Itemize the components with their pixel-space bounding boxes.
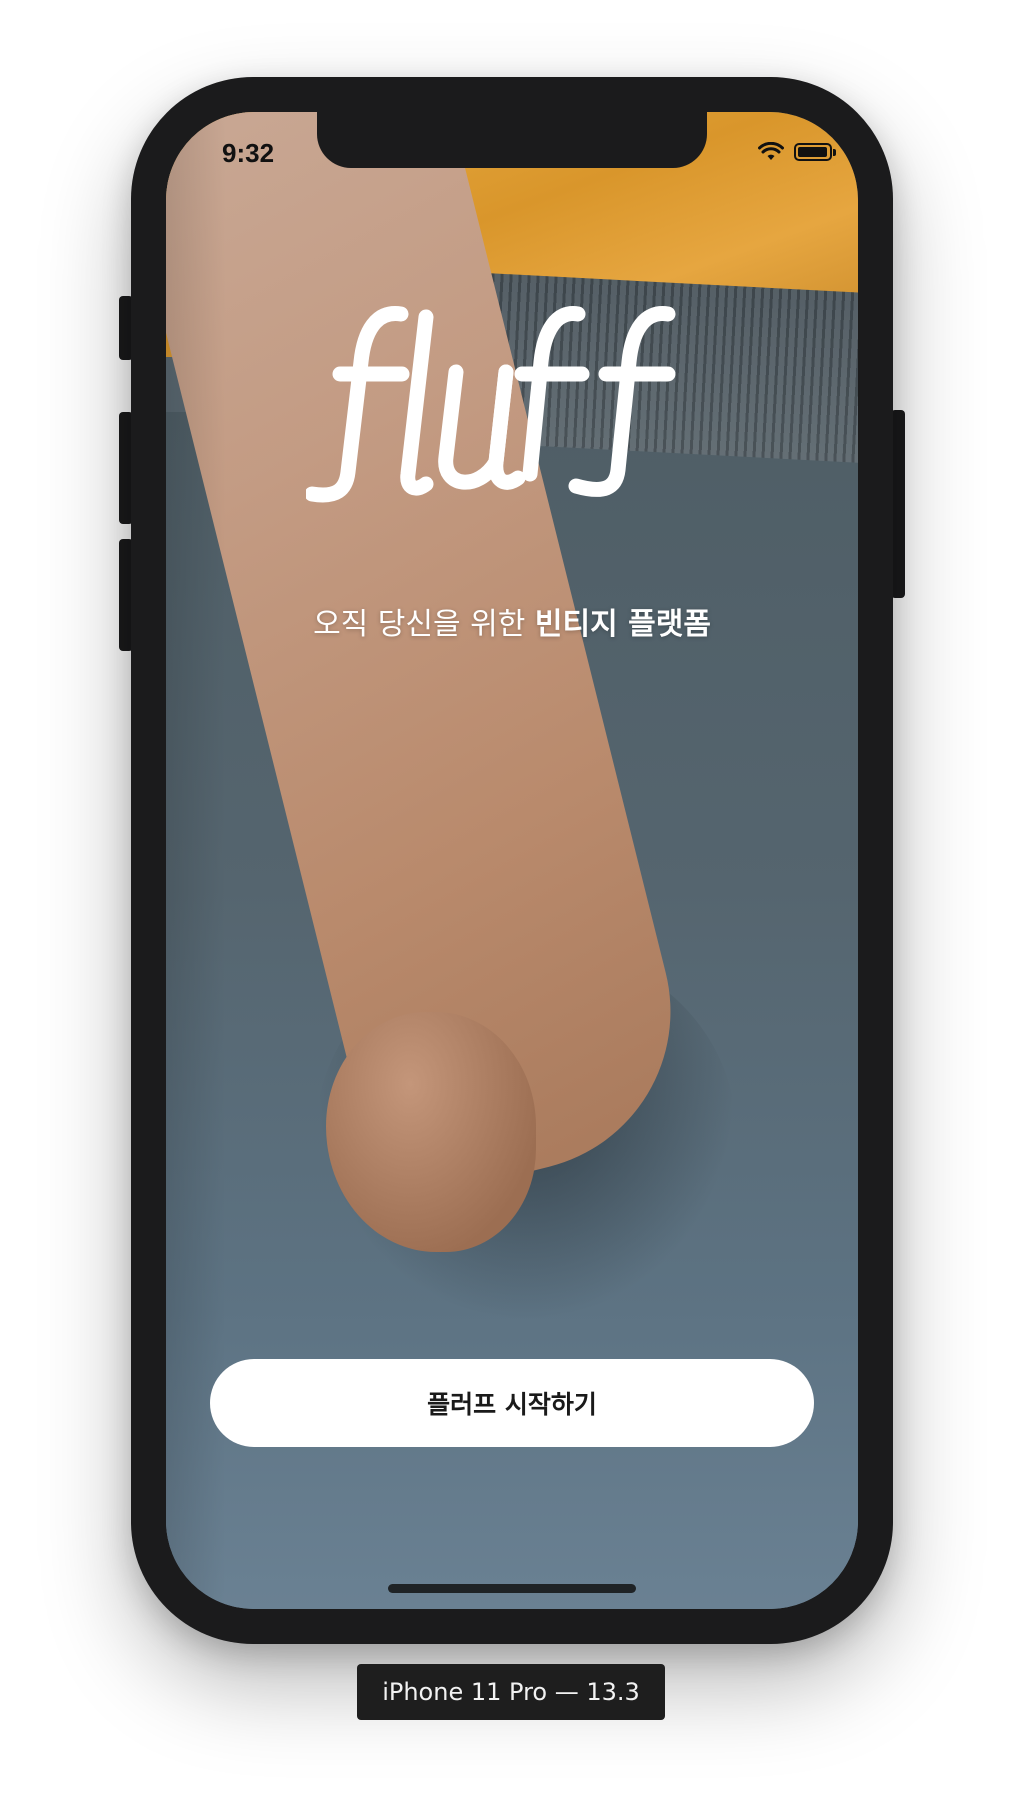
- device-label: iPhone 11 Pro — 13.3: [357, 1664, 665, 1720]
- home-indicator[interactable]: [388, 1584, 636, 1593]
- power-button: [891, 410, 905, 598]
- start-fluff-button[interactable]: 플러프 시작하기: [210, 1359, 814, 1447]
- notch: [317, 112, 707, 168]
- tagline-regular: 오직 당신을 위한: [313, 607, 535, 642]
- simulator-stage: 9:32 오직 당신을 위한 빈티지 플랫폼 플러프 시작하기 iPhone 1…: [0, 0, 1024, 1796]
- tagline: 오직 당신을 위한 빈티지 플랫폼: [166, 599, 858, 643]
- app-screen: 9:32 오직 당신을 위한 빈티지 플랫폼 플러프 시작하기: [166, 112, 858, 1609]
- tagline-bold: 빈티지 플랫폼: [534, 607, 711, 642]
- status-icons: [758, 142, 836, 162]
- battery-icon: [794, 143, 836, 161]
- wifi-icon: [758, 142, 784, 160]
- status-time: 9:32: [222, 138, 275, 168]
- fluff-logo: [306, 306, 676, 503]
